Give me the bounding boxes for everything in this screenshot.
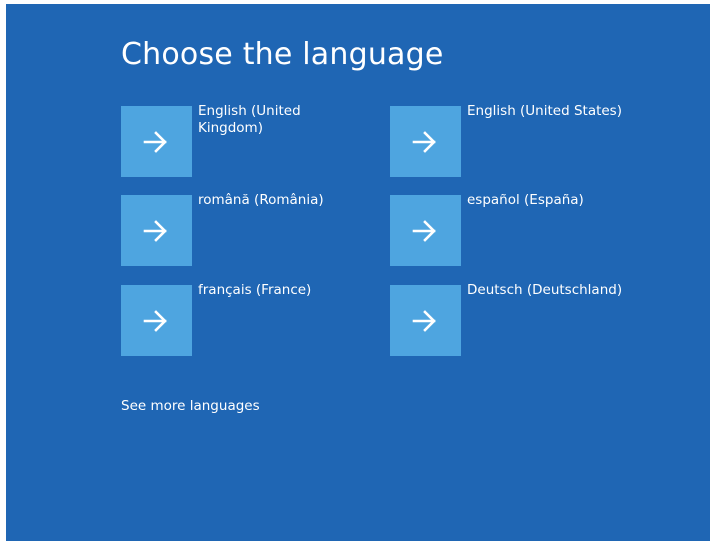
language-option-tile[interactable] xyxy=(121,106,192,177)
arrow-right-icon xyxy=(412,220,436,242)
language-option-tile[interactable] xyxy=(390,106,461,177)
language-option-label[interactable]: español (España) xyxy=(467,192,627,209)
language-option-label[interactable]: English (United States) xyxy=(467,103,627,120)
language-option-label[interactable]: română (România) xyxy=(198,192,358,209)
arrow-right-icon xyxy=(412,131,436,153)
language-option-label[interactable]: English (United Kingdom) xyxy=(198,103,358,137)
language-option-tile[interactable] xyxy=(390,285,461,356)
language-option-german[interactable]: Deutsch (Deutschland) xyxy=(390,282,630,357)
language-option-tile[interactable] xyxy=(121,195,192,266)
language-option-english-us[interactable]: English (United States) xyxy=(390,103,630,178)
language-option-label[interactable]: Deutsch (Deutschland) xyxy=(467,282,627,299)
language-option-english-uk[interactable]: English (United Kingdom) xyxy=(121,103,361,178)
language-option-label[interactable]: français (France) xyxy=(198,282,358,299)
language-option-french[interactable]: français (France) xyxy=(121,282,361,357)
language-selection-screen: Choose the language English (United King… xyxy=(6,4,710,541)
language-option-tile[interactable] xyxy=(390,195,461,266)
arrow-right-icon xyxy=(143,310,167,332)
language-option-romanian[interactable]: română (România) xyxy=(121,192,361,267)
arrow-right-icon xyxy=(143,220,167,242)
see-more-languages-link[interactable]: See more languages xyxy=(121,398,260,414)
language-option-spanish[interactable]: español (España) xyxy=(390,192,630,267)
page-title: Choose the language xyxy=(121,37,444,72)
language-option-tile[interactable] xyxy=(121,285,192,356)
arrow-right-icon xyxy=(412,310,436,332)
arrow-right-icon xyxy=(143,131,167,153)
